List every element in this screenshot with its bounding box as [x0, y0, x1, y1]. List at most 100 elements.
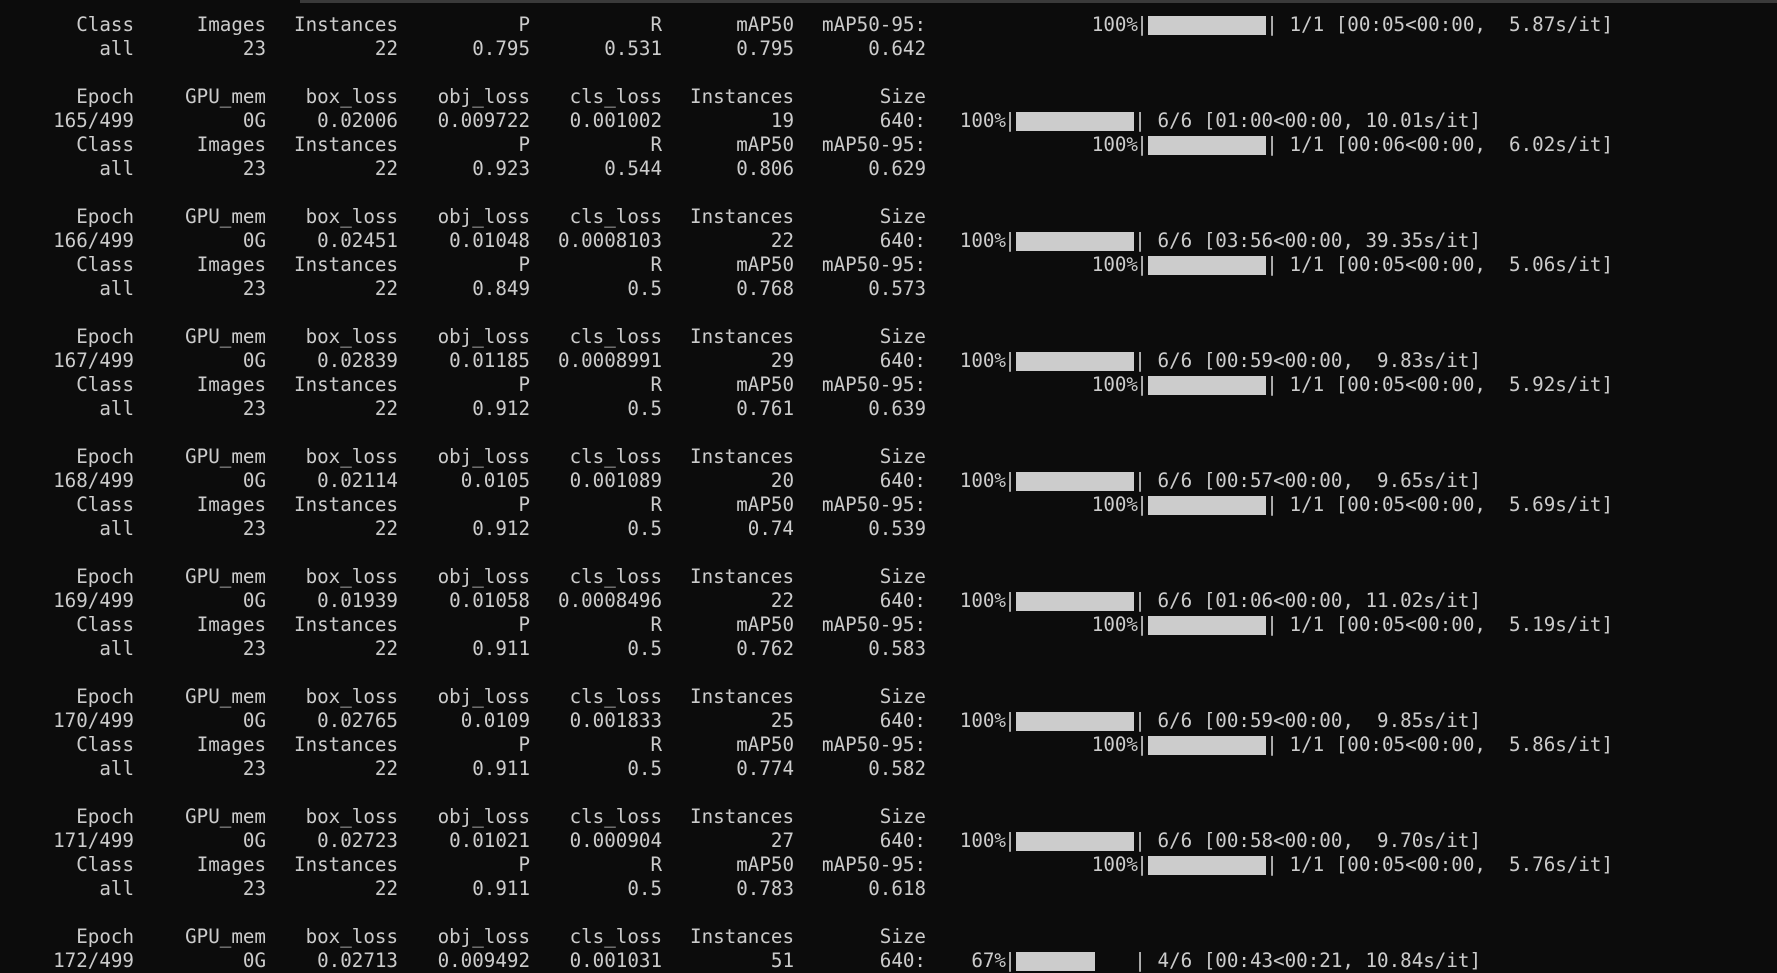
train-header-col-1: Epoch — [76, 565, 134, 588]
train-header-line: Epoch GPU_mem box_loss obj_loss cls_loss Inst… — [0, 685, 1777, 709]
progress-bar-track — [1016, 352, 1134, 371]
train-col-2: 0G — [242, 829, 266, 852]
train-header-col-4: obj_loss — [437, 565, 530, 588]
val-result-line: all 23 22 0.923 0.544 0.806 0.629 — [0, 157, 1777, 181]
train-col-7: 640: — [879, 949, 926, 972]
val-header-col-7: mAP50-95: — [822, 253, 926, 276]
val-progress-bar: | | — [1136, 13, 1278, 37]
train-col-4: 0.0105 — [460, 469, 530, 492]
train-col-6: 25 — [770, 709, 794, 732]
train-col-2: 0G — [242, 469, 266, 492]
train-header-col-4: obj_loss — [437, 925, 530, 948]
train-header-col-1: Epoch — [76, 85, 134, 108]
train-col-2: 0G — [242, 109, 266, 132]
val-result-line: all 23 22 0.795 0.531 0.795 0.642 — [0, 37, 1777, 61]
train-progress-line: 167/499 0G 0.02839 0.01185 0.0008991 29 640: 10… — [0, 349, 1777, 373]
val-header-col-6: mAP50 — [736, 493, 794, 516]
val-header-line: Class Images Instances P RmAP50 mAP50-95: 100%… — [0, 373, 1777, 397]
val-header-col-2: Images — [196, 133, 266, 156]
train-header-line: Epoch GPU_mem box_loss obj_loss cls_loss Inst… — [0, 925, 1777, 949]
val-result-col-5: 0.5 — [627, 517, 662, 540]
train-header-col-6: Instances — [690, 205, 794, 228]
train-col-4: 0.009722 — [437, 109, 530, 132]
progress-bar-fill — [1148, 496, 1266, 515]
train-header-col-4: obj_loss — [437, 445, 530, 468]
train-header-col-4: obj_loss — [437, 85, 530, 108]
progress-bar-left-edge: | — [1136, 493, 1148, 516]
val-header-col-5: R — [650, 373, 662, 396]
progress-bar-left-edge: | — [1004, 709, 1016, 732]
val-result-col-2: 23 — [242, 757, 266, 780]
train-col-1: 165/499 — [53, 109, 134, 132]
val-header-col-3: Instances — [294, 373, 398, 396]
train-percent: 67% — [959, 949, 1006, 972]
progress-bar-left-edge: | — [1004, 469, 1016, 492]
val-progress-suffix: 1/1 [00:05<00:00, 5.19s/it] — [1278, 613, 1614, 636]
val-result-col-3: 22 — [374, 277, 398, 300]
val-header-col-2: Images — [196, 253, 266, 276]
val-header-col-2: Images — [196, 613, 266, 636]
train-header-col-3: box_loss — [305, 685, 398, 708]
val-progress-bar: | | — [1136, 613, 1278, 637]
progress-bar-left-edge: | — [1004, 829, 1016, 852]
progress-bar-track — [1016, 592, 1134, 611]
train-header-col-2: GPU_mem — [185, 805, 266, 828]
progress-bar-track — [1148, 16, 1266, 35]
train-percent: 100% — [959, 229, 1006, 252]
progress-bar-right-edge: | — [1266, 253, 1278, 276]
val-percent: 100% — [1091, 613, 1138, 636]
val-header-col-7: mAP50-95: — [822, 853, 926, 876]
train-col-6: 27 — [770, 829, 794, 852]
train-col-6: 19 — [770, 109, 794, 132]
val-header-col-4: P — [518, 133, 530, 156]
train-header-col-2: GPU_mem — [185, 565, 266, 588]
val-header-col-5: R — [650, 253, 662, 276]
progress-bar-fill — [1148, 616, 1266, 635]
terminal-output[interactable]: Class Images Instances P RmAP50 mAP50-95: 100%… — [0, 13, 1777, 973]
val-header-col-1: Class — [76, 13, 134, 36]
val-percent: 100% — [1091, 373, 1138, 396]
val-result-col-2: 23 — [242, 37, 266, 60]
train-col-7: 640: — [879, 349, 926, 372]
train-header-col-3: box_loss — [305, 565, 398, 588]
train-col-5: 0.001089 — [569, 469, 662, 492]
val-header-col-3: Instances — [294, 613, 398, 636]
val-header-col-7: mAP50-95: — [822, 13, 926, 36]
progress-bar-left-edge: | — [1004, 109, 1016, 132]
val-progress-suffix: 1/1 [00:06<00:00, 6.02s/it] — [1278, 133, 1614, 156]
train-header-col-1: Epoch — [76, 805, 134, 828]
train-header-col-6: Instances — [690, 685, 794, 708]
train-col-7: 640: — [879, 589, 926, 612]
train-progress-bar: | | — [1004, 109, 1146, 133]
progress-bar-right-edge: | — [1266, 613, 1278, 636]
val-result-col-4: 0.849 — [472, 277, 530, 300]
val-header-col-2: Images — [196, 853, 266, 876]
progress-bar-left-edge: | — [1136, 133, 1148, 156]
progress-bar-left-edge: | — [1136, 853, 1148, 876]
val-result-line: all 23 22 0.911 0.5 0.783 0.618 — [0, 877, 1777, 901]
progress-bar-right-edge: | — [1134, 109, 1146, 132]
train-header-col-7: Size — [879, 925, 926, 948]
progress-bar-fill — [1148, 16, 1266, 35]
train-col-1: 171/499 — [53, 829, 134, 852]
train-col-3: 0.02713 — [317, 949, 398, 972]
progress-bar-track — [1016, 832, 1134, 851]
progress-bar-left-edge: | — [1136, 733, 1148, 756]
val-progress-bar: | | — [1136, 373, 1278, 397]
progress-bar-track — [1016, 472, 1134, 491]
val-progress-bar: | | — [1136, 733, 1278, 757]
train-header-col-5: cls_loss — [569, 325, 662, 348]
train-col-7: 640: — [879, 709, 926, 732]
val-progress-suffix: 1/1 [00:05<00:00, 5.06s/it] — [1278, 253, 1614, 276]
train-header-line: Epoch GPU_mem box_loss obj_loss cls_loss Inst… — [0, 325, 1777, 349]
progress-bar-fill — [1016, 112, 1134, 131]
val-result-col-6: 0.761 — [736, 397, 794, 420]
val-header-col-5: R — [650, 853, 662, 876]
progress-bar-fill — [1148, 736, 1266, 755]
scroll-indicator[interactable] — [300, 0, 1777, 3]
train-header-col-2: GPU_mem — [185, 925, 266, 948]
val-header-col-2: Images — [196, 373, 266, 396]
val-result-col-4: 0.911 — [472, 877, 530, 900]
val-header-col-3: Instances — [294, 853, 398, 876]
